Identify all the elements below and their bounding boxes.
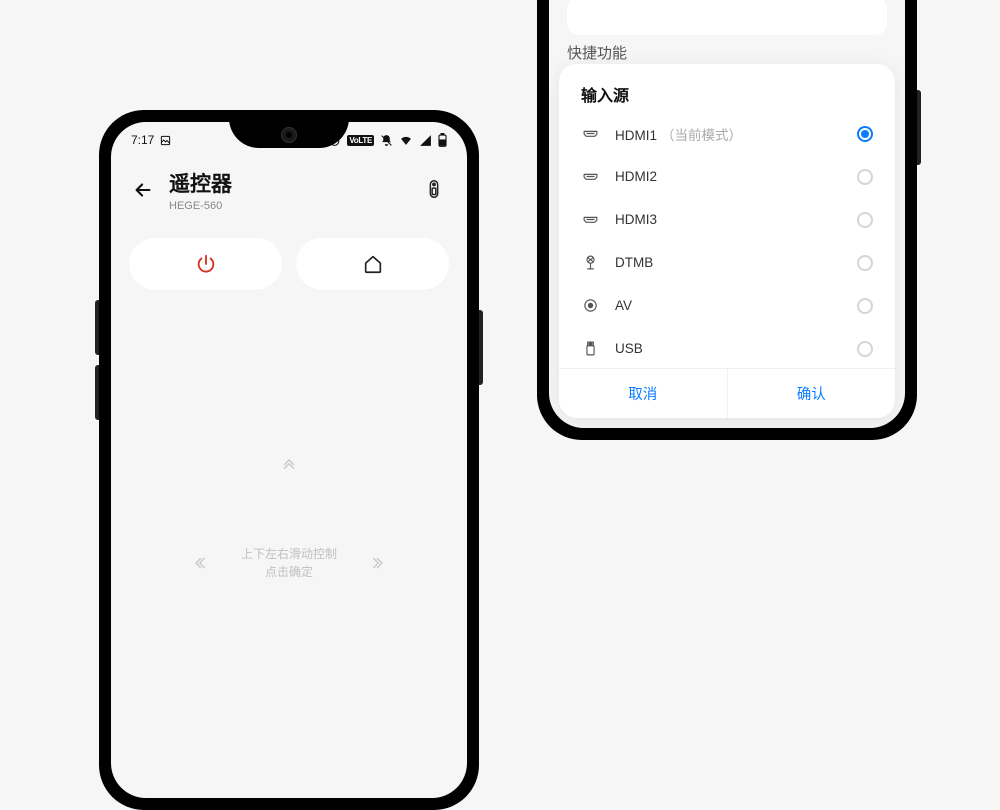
- source-option-hdmi1[interactable]: HDMI1（当前模式）: [559, 112, 895, 155]
- radio-unselected[interactable]: [857, 341, 873, 357]
- page-subtitle: HEGE-560: [169, 200, 409, 212]
- source-option-dtmb[interactable]: DTMB: [559, 241, 895, 284]
- source-label: HDMI1（当前模式）: [615, 124, 841, 144]
- volume-up-button: [95, 300, 99, 355]
- power-side-button: [479, 310, 483, 385]
- sheet-title: 输入源: [559, 82, 895, 112]
- confirm-button[interactable]: 确认: [728, 369, 896, 418]
- power-icon: [195, 253, 217, 275]
- av-icon: [581, 297, 599, 315]
- card-partial: [567, 0, 887, 35]
- source-label: DTMB: [615, 255, 841, 270]
- picture-icon: [160, 135, 171, 146]
- source-label: AV: [615, 298, 841, 313]
- antenna-icon: [581, 254, 599, 272]
- touchpad-hint: 上下左右滑动控制 点击确定: [241, 545, 337, 581]
- home-button[interactable]: [296, 238, 449, 290]
- source-label: HDMI3: [615, 212, 841, 227]
- input-source-sheet: 输入源 HDMI1（当前模式） HDMI2 HDMI3 DTMB AV USB 取消 确认: [559, 64, 895, 418]
- remote-icon[interactable]: [423, 178, 447, 202]
- front-camera: [281, 127, 297, 143]
- radio-unselected[interactable]: [857, 298, 873, 314]
- volume-down-button: [95, 365, 99, 420]
- volte-badge: VoLTE: [347, 135, 374, 146]
- notch: [229, 122, 349, 148]
- source-label: HDMI2: [615, 169, 841, 184]
- status-time: 7:17: [131, 133, 154, 147]
- cancel-button[interactable]: 取消: [559, 369, 728, 418]
- usb-icon: [581, 340, 599, 358]
- battery-icon: [438, 133, 447, 147]
- power-side-button: [917, 90, 921, 165]
- source-option-hdmi3[interactable]: HDMI3: [559, 198, 895, 241]
- radio-unselected[interactable]: [857, 255, 873, 271]
- bell-off-icon: [380, 134, 393, 147]
- wifi-icon: [399, 134, 413, 147]
- source-option-usb[interactable]: USB: [559, 327, 895, 364]
- phone-mockup-right: 快捷功能 输入源 HDMI1（当前模式） HDMI2 HDMI3 DTMB AV USB …: [537, 0, 917, 440]
- back-button[interactable]: [131, 178, 155, 202]
- hdmi-icon: [581, 168, 599, 186]
- phone-mockup-left: 7:17 VoLTE: [99, 110, 479, 810]
- chevron-up-icon: [149, 457, 429, 475]
- shortcut-section-label: 快捷功能: [567, 42, 627, 63]
- source-label: USB: [615, 341, 841, 356]
- touchpad-area[interactable]: 上下左右滑动控制 点击确定: [149, 457, 429, 581]
- source-suffix: （当前模式）: [661, 128, 742, 143]
- source-option-hdmi2[interactable]: HDMI2: [559, 155, 895, 198]
- page-title: 遥控器: [169, 168, 409, 198]
- radio-unselected[interactable]: [857, 212, 873, 228]
- radio-unselected[interactable]: [857, 169, 873, 185]
- hdmi-icon: [581, 211, 599, 229]
- power-button[interactable]: [129, 238, 282, 290]
- source-option-av[interactable]: AV: [559, 284, 895, 327]
- source-list: HDMI1（当前模式） HDMI2 HDMI3 DTMB AV USB: [559, 112, 895, 364]
- page-header: 遥控器 HEGE-560: [111, 154, 467, 220]
- chevron-left-icon: [193, 554, 211, 572]
- home-icon: [362, 253, 384, 275]
- signal-icon: [419, 134, 432, 147]
- radio-selected[interactable]: [857, 126, 873, 142]
- hdmi-icon: [581, 125, 599, 143]
- chevron-right-icon: [367, 554, 385, 572]
